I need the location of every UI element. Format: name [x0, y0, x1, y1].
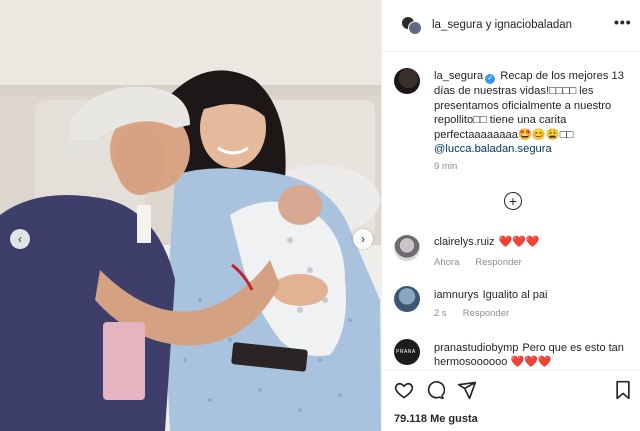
- avatar-badge-text: PRANA: [396, 349, 416, 355]
- reply-button[interactable]: Responder: [463, 308, 509, 319]
- verified-badge-icon: ✓: [485, 74, 496, 84]
- load-more-comments-icon[interactable]: +: [504, 192, 522, 210]
- heart-icon[interactable]: [394, 380, 416, 402]
- photo-illustration: [0, 0, 381, 431]
- comment-text: Igualito al pai: [482, 289, 548, 301]
- caption-line: días de nuestras vidas!□□□□ les: [434, 85, 594, 97]
- avatar[interactable]: [394, 286, 420, 312]
- send-icon[interactable]: [457, 380, 479, 402]
- more-horizontal-icon[interactable]: •••: [614, 14, 632, 30]
- comment-username[interactable]: clairelys.ruiz: [434, 236, 495, 248]
- comment-time[interactable]: Ahora: [434, 257, 459, 268]
- post-timestamp[interactable]: 9 min: [434, 161, 457, 172]
- comment-item: pranastudiobymp Pero que es esto tan herm…: [434, 341, 634, 369]
- avatar[interactable]: [394, 235, 420, 261]
- caption-line: perfectaaaaaaaa🤩😊😩□□: [434, 128, 574, 141]
- action-bar: 79.118 Me gusta: [382, 370, 640, 431]
- caption-line: repollito□□ tiene una carita: [434, 114, 567, 126]
- likes-count[interactable]: 79.118 Me gusta: [394, 413, 478, 425]
- comment-meta: Ahora Responder: [434, 257, 538, 268]
- avatar[interactable]: PRANA: [394, 339, 420, 365]
- chevron-right-icon[interactable]: ›: [353, 229, 373, 249]
- comment-username[interactable]: pranastudiobymp: [434, 342, 518, 354]
- post-photo[interactable]: ‹ ›: [0, 0, 381, 431]
- mention-link[interactable]: @lucca.baladan.segura: [434, 142, 634, 157]
- chevron-left-icon[interactable]: ‹: [10, 229, 30, 249]
- caption-line: presentamos oficialmente a nuestro: [434, 99, 612, 112]
- post-caption: la_segura ✓ Recap de los mejores 13 días …: [434, 69, 634, 157]
- bookmark-icon[interactable]: [614, 380, 636, 402]
- comment-item: iamnurys Igualito al pai: [434, 288, 634, 302]
- comment-item: clairelys.ruiz ❤️❤️❤️: [434, 235, 634, 249]
- comment-meta: 2 s Responder: [434, 308, 525, 319]
- post-header: la_segura y ignaciobaladan •••: [382, 0, 640, 52]
- avatar[interactable]: [394, 68, 420, 94]
- comment-icon[interactable]: [425, 380, 447, 402]
- comment-text: ❤️❤️❤️: [498, 236, 540, 248]
- caption-line: Recap de los mejores 13: [500, 70, 625, 82]
- reply-button[interactable]: Responder: [475, 257, 521, 268]
- comment-username[interactable]: iamnurys: [434, 289, 479, 301]
- post-authors[interactable]: la_segura y ignaciobaladan: [432, 19, 572, 31]
- post-side-panel: la_segura y ignaciobaladan ••• la_segura…: [381, 0, 640, 431]
- caption-username[interactable]: la_segura: [434, 70, 483, 82]
- comment-time[interactable]: 2 s: [434, 308, 447, 319]
- avatar[interactable]: [408, 21, 422, 35]
